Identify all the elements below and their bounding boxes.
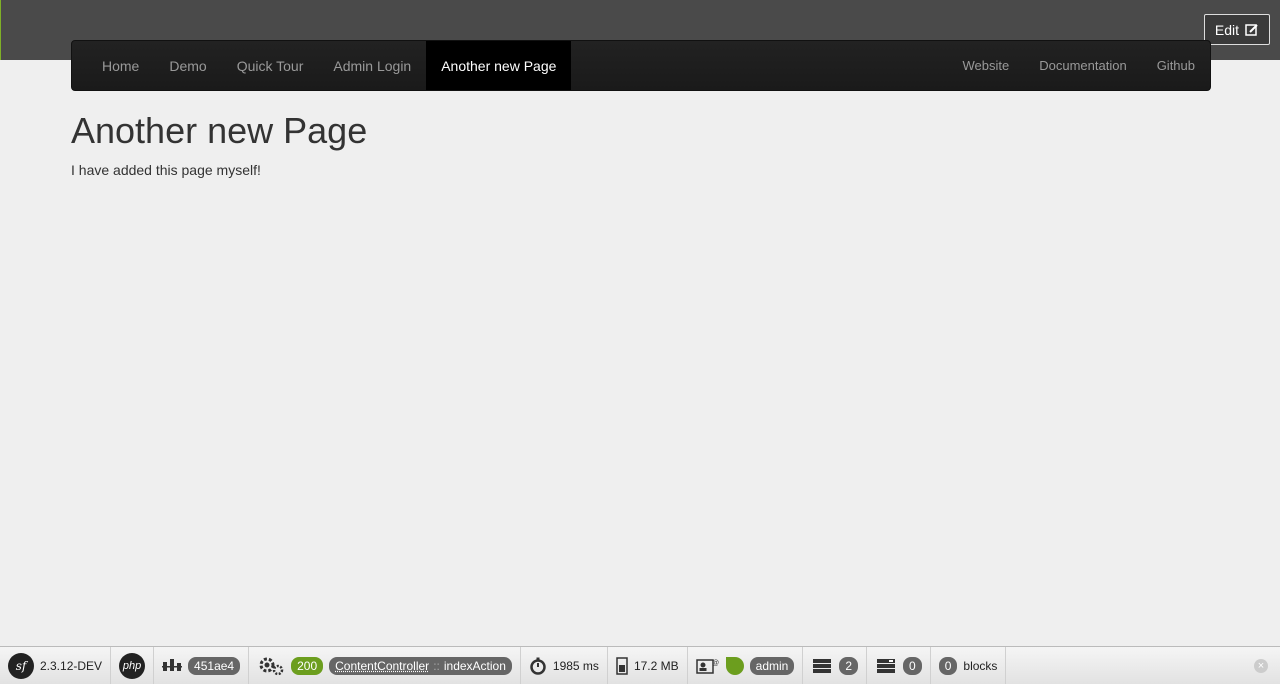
php-logo-icon: php: [119, 652, 146, 679]
token-badge: 451ae4: [188, 656, 241, 675]
nav-item-quick-tour[interactable]: Quick Tour: [222, 41, 319, 90]
cache-count-badge: 0: [903, 656, 922, 675]
contact-card-icon: @: [695, 657, 720, 675]
toolbar-cache[interactable]: 0: [867, 646, 931, 684]
nav-item-website[interactable]: Website: [948, 41, 1025, 90]
controller-badge: ContentController:: indexAction: [329, 656, 512, 675]
memory-usage: 17.2 MB: [633, 658, 679, 673]
status-code-badge: 200: [291, 656, 324, 675]
toolbar-request[interactable]: 200 ContentController:: indexAction: [249, 646, 521, 684]
profiler-icon: [162, 657, 183, 675]
blocks-count-badge: 0: [938, 656, 958, 675]
nav-right: Website Documentation Github: [948, 41, 1196, 90]
user-badge: admin: [749, 656, 795, 675]
nav-item-home[interactable]: Home: [87, 41, 154, 90]
toolbar-close-icon[interactable]: ×: [1254, 659, 1268, 673]
request-time: 1985 ms: [552, 658, 599, 673]
page-content: Another new Page I have added this page …: [71, 110, 367, 178]
nav-item-documentation[interactable]: Documentation: [1024, 41, 1141, 90]
nav-item-another-new-page[interactable]: Another new Page: [426, 41, 572, 90]
nav-item-demo[interactable]: Demo: [154, 41, 221, 90]
toolbar-security[interactable]: @ admin: [688, 646, 804, 684]
db-queries-badge: 2: [839, 656, 859, 675]
symfony-logo-icon: sf: [8, 652, 34, 679]
toolbar-database[interactable]: 2: [803, 646, 868, 684]
controller-separator: ::: [433, 658, 440, 673]
nav-item-github[interactable]: Github: [1142, 41, 1195, 90]
database-icon: [811, 657, 833, 675]
blocks-label: blocks: [963, 658, 998, 673]
controller-name: ContentController: [335, 658, 430, 673]
toolbar-memory[interactable]: 17.2 MB: [608, 646, 688, 684]
leaf-icon: [725, 656, 744, 675]
toolbar-token[interactable]: 451ae4: [154, 646, 250, 684]
edit-button-label: Edit: [1214, 21, 1239, 38]
memory-icon: [616, 656, 628, 675]
main-navbar: Home Demo Quick Tour Admin Login Another…: [71, 40, 1211, 91]
edit-button[interactable]: Edit: [1203, 14, 1270, 45]
nav-left: Home Demo Quick Tour Admin Login Another…: [87, 41, 572, 90]
debug-toolbar: sf 2.3.12-DEV php 451ae4 200 ContentCont…: [0, 646, 1280, 684]
edit-icon: [1245, 23, 1259, 37]
svg-text:@: @: [712, 660, 719, 667]
server-stack-icon: [875, 657, 897, 675]
gears-icon: [257, 656, 285, 676]
page-body-text: I have added this page myself!: [71, 162, 261, 178]
stopwatch-icon: [529, 657, 547, 675]
action-name: indexAction: [443, 658, 506, 673]
nav-item-admin-login[interactable]: Admin Login: [318, 41, 426, 90]
page-title: Another new Page: [71, 110, 368, 151]
symfony-version: 2.3.12-DEV: [40, 658, 103, 673]
toolbar-symfony[interactable]: sf 2.3.12-DEV: [0, 646, 112, 684]
toolbar-php[interactable]: php: [111, 646, 155, 684]
toolbar-blocks[interactable]: 0 blocks: [931, 646, 1007, 684]
toolbar-time[interactable]: 1985 ms: [521, 646, 608, 684]
